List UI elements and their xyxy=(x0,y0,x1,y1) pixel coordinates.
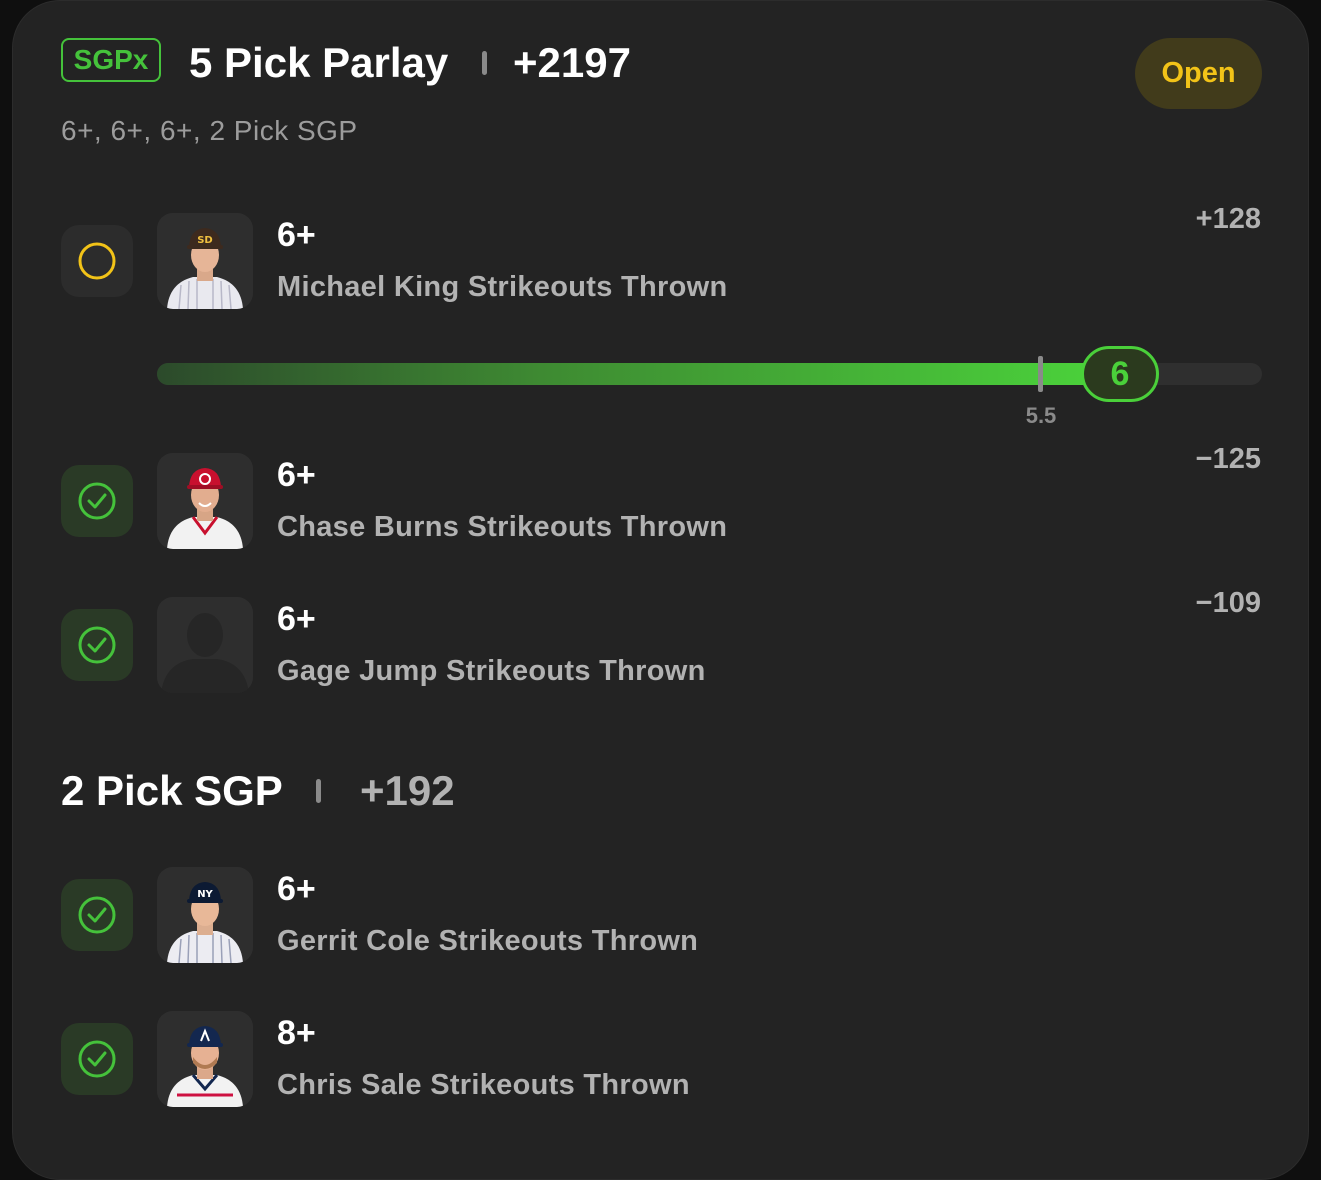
parlay-card: SGPx 5 Pick Parlay +2197 Open 6+, 6+, 6+… xyxy=(12,0,1309,1180)
sgp-divider xyxy=(316,779,321,803)
pick-line: 6+ xyxy=(277,870,316,908)
padres-player-photo: SD xyxy=(157,213,253,309)
pick-odds: −109 xyxy=(1195,587,1261,619)
title-divider xyxy=(482,51,487,75)
pick-odds: +128 xyxy=(1195,203,1261,235)
yankees-player-photo: NY xyxy=(157,867,253,963)
pick-odds: −125 xyxy=(1195,443,1261,475)
reds-player-photo xyxy=(157,453,253,549)
check-circle-icon xyxy=(78,626,116,664)
open-circle-icon xyxy=(78,242,116,280)
pick-status-won xyxy=(61,1023,133,1095)
svg-text:NY: NY xyxy=(197,889,213,900)
player-avatar xyxy=(157,1011,253,1107)
player-avatar xyxy=(157,597,253,693)
pick-description: Gage Jump Strikeouts Thrown xyxy=(277,655,706,687)
parlay-title: 5 Pick Parlay xyxy=(189,39,449,86)
sgp-odds: +192 xyxy=(360,767,455,814)
check-circle-icon xyxy=(78,482,116,520)
parlay-subtitle: 6+, 6+, 6+, 2 Pick SGP xyxy=(61,115,358,146)
line-tick-label: 5.5 xyxy=(1025,403,1057,428)
progress-fill xyxy=(157,363,1118,385)
current-value-thumb: 6 xyxy=(1081,346,1159,402)
player-avatar: NY xyxy=(157,867,253,963)
player-avatar: SD xyxy=(157,213,253,309)
pick-status-won xyxy=(61,879,133,951)
sgp-title: 2 Pick SGP xyxy=(61,767,283,814)
player-avatar xyxy=(157,453,253,549)
sgpx-badge: SGPx xyxy=(61,38,161,82)
pick-description: Chase Burns Strikeouts Thrown xyxy=(277,511,728,543)
pick-line: 6+ xyxy=(277,600,316,638)
pick-description: Gerrit Cole Strikeouts Thrown xyxy=(277,925,699,957)
pick-line: 8+ xyxy=(277,1014,316,1052)
pick-status-open xyxy=(61,225,133,297)
pick-status-won xyxy=(61,609,133,681)
line-tick xyxy=(1038,356,1043,392)
pick-status-won xyxy=(61,465,133,537)
pick-line: 6+ xyxy=(277,456,316,494)
pick-description: Michael King Strikeouts Thrown xyxy=(277,271,728,303)
pick-line: 6+ xyxy=(277,216,316,254)
check-circle-icon xyxy=(78,896,116,934)
pick-description: Chris Sale Strikeouts Thrown xyxy=(277,1069,690,1101)
placeholder-silhouette xyxy=(157,597,253,693)
svg-text:SD: SD xyxy=(197,235,213,246)
parlay-odds: +2197 xyxy=(513,39,631,86)
check-circle-icon xyxy=(78,1040,116,1078)
status-badge[interactable]: Open xyxy=(1135,38,1262,109)
braves-player-photo xyxy=(157,1011,253,1107)
